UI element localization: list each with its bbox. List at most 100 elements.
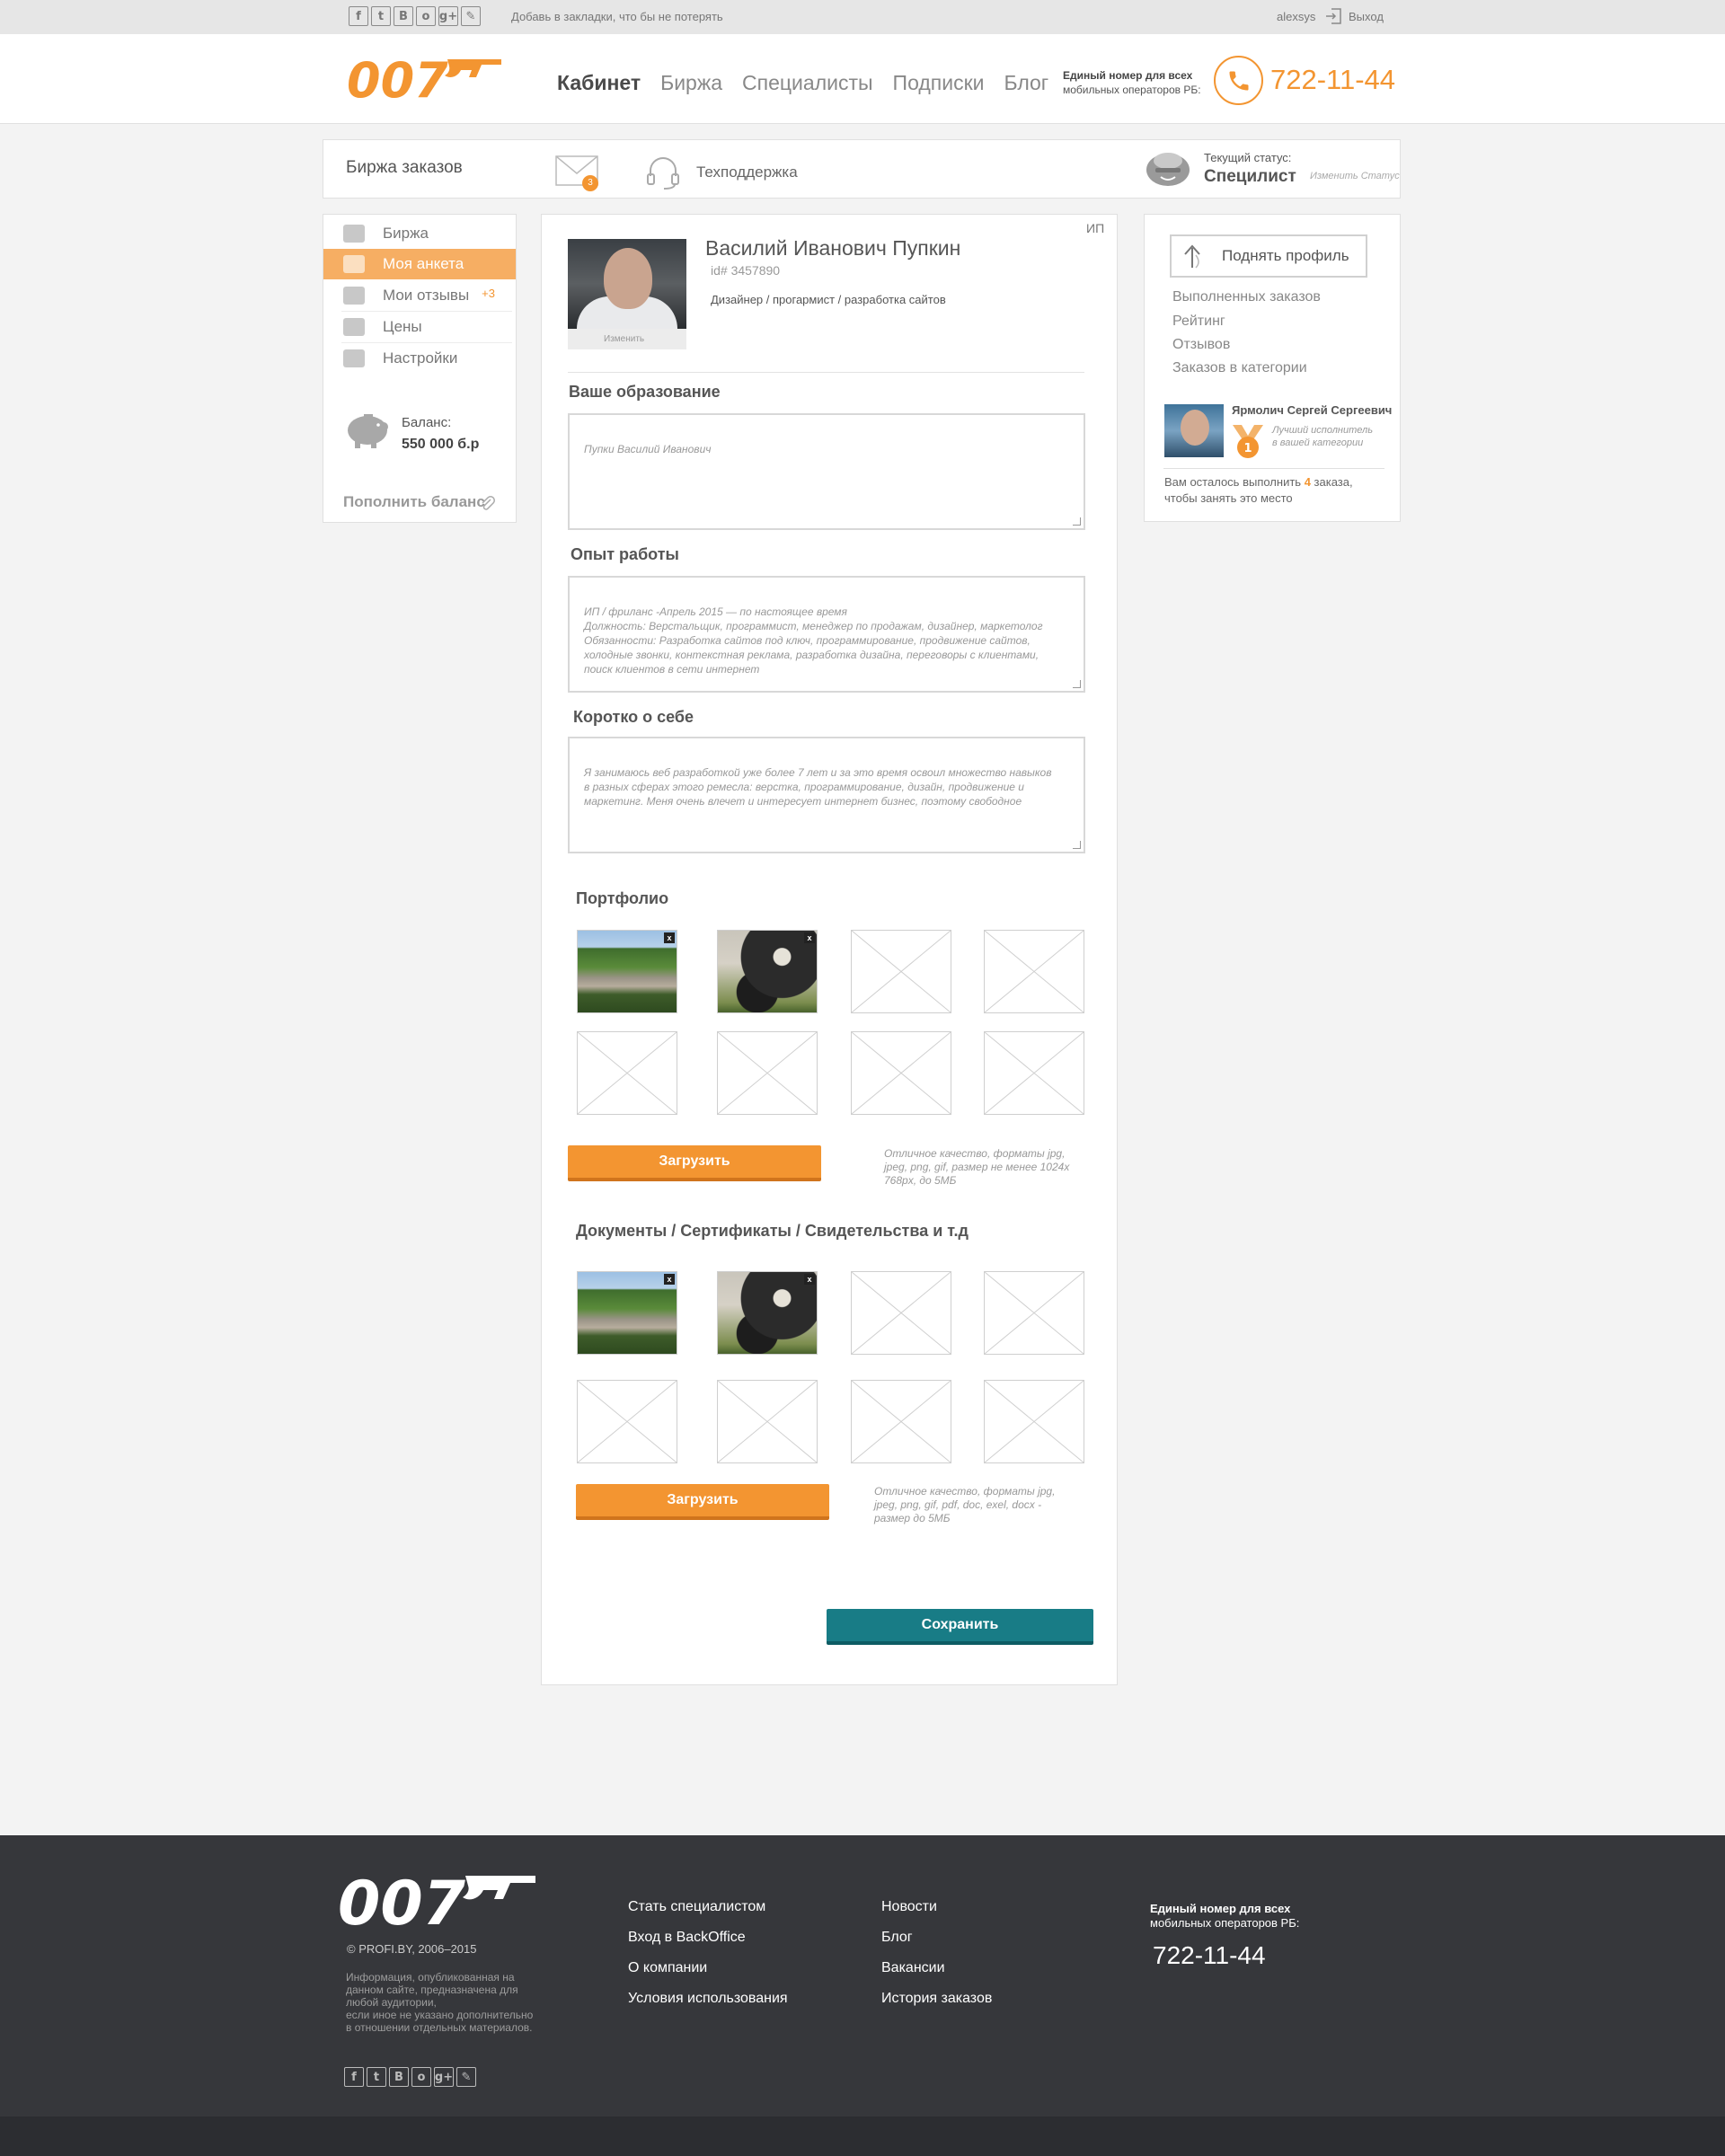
facebook-icon[interactable]: f [349,6,368,26]
image-placeholder-icon [852,1032,951,1114]
upload-portfolio-button[interactable]: Загрузить [568,1145,821,1181]
about-text: Я занимаюсь веб разработкой уже более 7 … [584,766,1052,808]
footer-disclaimer: Информация, опубликованная на данном сай… [346,1971,534,2034]
image-placeholder-icon [718,1032,817,1114]
bookmark-hint[interactable]: Добавь в закладки, что бы не потерять [511,10,723,23]
upload-documents-button[interactable]: Загрузить [576,1484,829,1520]
nav-specialists[interactable]: Специалисты [742,71,873,95]
remove-image-button[interactable]: x [804,932,815,943]
document-image[interactable]: x [717,1271,818,1355]
document-image-placeholder[interactable] [717,1380,818,1463]
sidebar-item-settings[interactable]: Настройки [323,343,516,374]
footer-link-backoffice[interactable]: Вход в BackOffice [628,1930,788,1946]
footer-phone[interactable]: 722-11-44 [1153,1941,1266,1970]
raise-profile-button[interactable]: Поднять профиль [1170,234,1367,278]
orders-remaining-prefix: Вам осталось выполнить [1164,475,1302,489]
livejournal-icon[interactable]: ✎ [461,6,481,26]
sidebar-item-exchange[interactable]: Биржа [323,218,516,249]
resize-handle[interactable] [1073,841,1081,849]
image-placeholder-icon [985,1381,1084,1462]
vk-icon[interactable]: B [394,6,413,26]
twitter-icon[interactable]: t [371,6,391,26]
document-image-placeholder[interactable] [851,1271,951,1355]
portfolio-image-placeholder[interactable] [984,930,1084,1013]
logout-link[interactable]: Выход [1325,7,1384,25]
experience-textarea[interactable]: ИП / фриланс -Апрель 2015 — по настоящее… [568,576,1085,693]
change-avatar-button[interactable]: Изменить [568,329,686,349]
best-performer-name[interactable]: Ярмолич Сергей Сергеевич [1232,403,1392,417]
odnoklassniki-icon[interactable]: o [411,2067,431,2087]
exchange-title[interactable]: Биржа заказов [346,158,463,178]
portfolio-image-placeholder[interactable] [851,930,951,1013]
portfolio-image[interactable]: x [717,930,818,1013]
footer-social-links: f t B o g+ ✎ [344,2067,476,2087]
username[interactable]: alexsys [1277,10,1315,23]
documents-upload-hint: Отличное качество, форматы jpg, jpeg, pn… [874,1485,1056,1524]
footer-link-about[interactable]: О компании [628,1960,788,1976]
education-textarea[interactable]: Пупки Василий Иванович [568,413,1085,530]
twitter-icon[interactable]: t [367,2067,386,2087]
topup-balance-link[interactable]: Пополнить баланс [343,493,485,511]
document-image-placeholder[interactable] [984,1380,1084,1463]
education-placeholder: Пупки Василий Иванович [584,443,712,455]
headset-icon[interactable] [645,155,681,195]
portfolio-image[interactable]: x [577,930,677,1013]
about-title: Коротко о себе [573,708,694,726]
remove-image-button[interactable]: x [804,1274,815,1285]
image-placeholder-icon [985,1272,1084,1354]
best-performer-face [1181,410,1209,446]
resize-handle[interactable] [1073,517,1081,526]
document-image[interactable]: x [577,1271,677,1355]
save-button[interactable]: Сохранить [827,1609,1093,1645]
facebook-icon[interactable]: f [344,2067,364,2087]
header-phone[interactable]: 722-11-44 [1270,64,1395,96]
mail-count-badge: 3 [582,175,598,191]
google-plus-icon[interactable]: g+ [438,6,458,26]
footer-link-become-specialist[interactable]: Стать специалистом [628,1899,788,1915]
document-image-placeholder[interactable] [851,1380,951,1463]
sidebar-item-reviews[interactable]: Мои отзывы +3 [323,280,516,311]
footer-link-vacancies[interactable]: Вакансии [881,1960,992,1976]
change-status-link[interactable]: Изменить Статус [1310,171,1400,181]
phone-caption-line2: мобильных операторов РБ: [1063,84,1201,96]
footer-link-blog[interactable]: Блог [881,1930,992,1946]
support-link[interactable]: Техподдержка [696,163,798,181]
svg-text:007: 007 [347,52,448,101]
best-performer-subtitle: Лучший исполнитель в вашей категории [1272,425,1373,448]
phone-caption: Единый номер для всех мобильных оператор… [1063,68,1201,97]
footer-logo[interactable]: 007 [338,1865,540,1940]
resize-handle[interactable] [1073,680,1081,688]
document-image-placeholder[interactable] [577,1380,677,1463]
portfolio-image-placeholder[interactable] [851,1031,951,1115]
odnoklassniki-icon[interactable]: o [416,6,436,26]
sidebar-item-prices[interactable]: Цены [323,312,516,342]
image-placeholder-icon [578,1381,677,1462]
experience-title: Опыт работы [571,545,679,563]
document-image-placeholder[interactable] [984,1271,1084,1355]
footer-link-news[interactable]: Новости [881,1899,992,1915]
vk-icon[interactable]: B [389,2067,409,2087]
medal-icon: 1 [1231,423,1265,464]
stat-reviews: Отзывов [1172,337,1231,352]
google-plus-icon[interactable]: g+ [434,2067,454,2087]
footer-link-terms[interactable]: Условия использования [628,1991,788,2007]
livejournal-icon[interactable]: ✎ [456,2067,476,2087]
nav-exchange[interactable]: Биржа [660,71,722,95]
nav-cabinet[interactable]: Кабинет [557,71,641,95]
portfolio-image-placeholder[interactable] [577,1031,677,1115]
balance-caption: Баланс: [402,415,452,430]
nav-blog[interactable]: Блог [1004,71,1049,95]
nav-subscriptions[interactable]: Подписки [893,71,985,95]
remove-image-button[interactable]: x [664,932,675,943]
remove-image-button[interactable]: x [664,1274,675,1285]
portfolio-upload-hint: Отличное качество, форматы jpg, jpeg, pn… [884,1147,1070,1187]
status-caption: Текущий статус: [1204,151,1292,164]
sidebar-item-my-profile[interactable]: Моя анкета [323,249,516,279]
spy-status-icon [1145,148,1191,192]
experience-text: ИП / фриланс -Апрель 2015 — по настоящее… [584,605,1043,676]
site-logo[interactable]: 007 [347,50,504,109]
about-textarea[interactable]: Я занимаюсь веб разработкой уже более 7 … [568,737,1085,853]
footer-link-order-history[interactable]: История заказов [881,1991,992,2007]
portfolio-image-placeholder[interactable] [717,1031,818,1115]
portfolio-image-placeholder[interactable] [984,1031,1084,1115]
